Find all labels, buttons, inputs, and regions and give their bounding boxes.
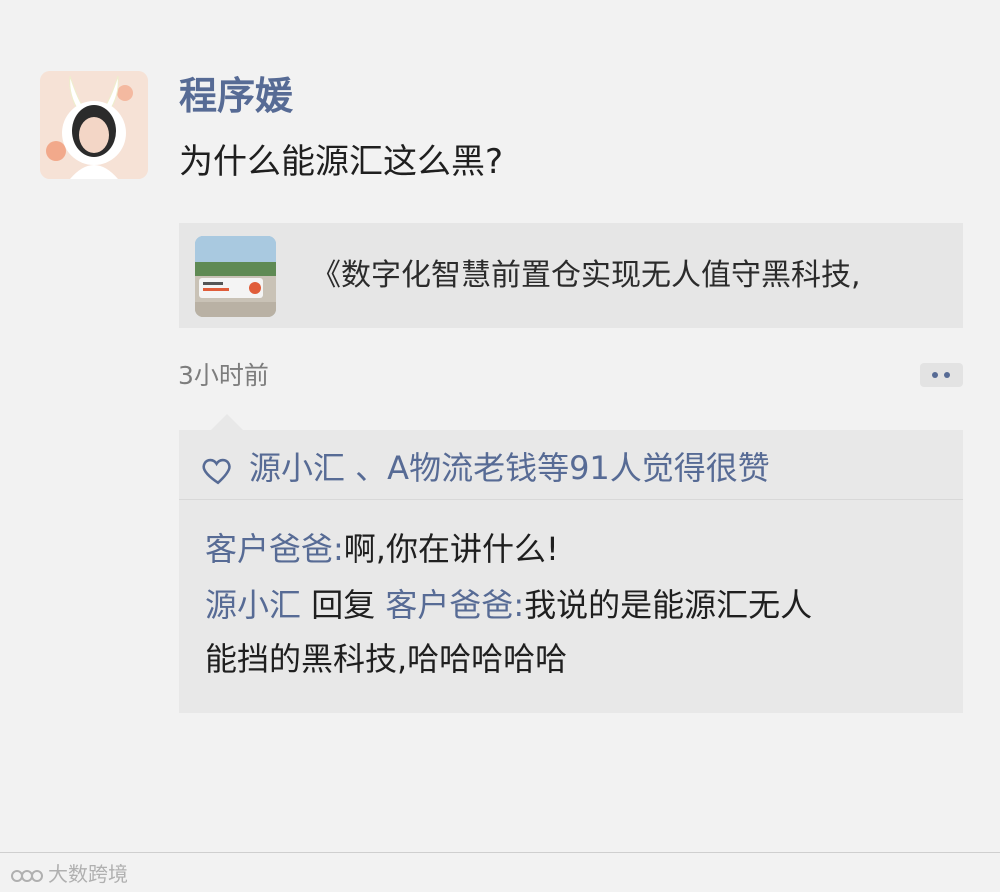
comment-separator: : [333, 530, 344, 568]
reply-word: 回复 [311, 586, 376, 624]
likes-text[interactable]: 源小汇 、A物流老钱等91人觉得很赞 [249, 446, 770, 490]
watermark: 大数跨境 [10, 861, 128, 887]
watermark-text: 大数跨境 [48, 862, 128, 886]
likes-row: 源小汇 、A物流老钱等91人觉得很赞 [179, 430, 963, 500]
comment-text-line1: 我说的是能源汇无人 [524, 586, 813, 624]
comment-text: 啊,你在讲什么! [343, 530, 559, 568]
author-avatar[interactable] [40, 71, 148, 179]
watermark-logo-icon [11, 869, 43, 882]
commenter-name[interactable]: 客户爸爸 [205, 530, 333, 568]
comment-item[interactable]: 源小汇 回复 客户爸爸:我说的是能源汇无人 [205, 582, 812, 628]
link-thumbnail [195, 236, 276, 317]
interaction-panel: 源小汇 、A物流老钱等91人觉得很赞 客户爸爸:啊,你在讲什么! 源小汇 回复 … [179, 414, 963, 713]
comment-text-continued: 能挡的黑科技,哈哈哈哈哈 [205, 636, 567, 682]
comment-item[interactable]: 客户爸爸:啊,你在讲什么! [205, 526, 559, 572]
heart-outline-icon [202, 458, 231, 485]
post-text: 为什么能源汇这么黑? [179, 142, 504, 182]
comment-text-line2: 能挡的黑科技,哈哈哈哈哈 [205, 640, 568, 678]
shared-link-card[interactable]: 《数字化智慧前置仓实现无人值守黑科技, [179, 223, 963, 328]
post-timestamp: 3小时前 [178, 361, 269, 390]
avatar-image [40, 71, 148, 179]
comment-separator: : [513, 586, 525, 624]
commenter-name[interactable]: 源小汇 [205, 586, 301, 624]
more-dots-icon[interactable] [920, 363, 963, 387]
footer-divider [0, 852, 1000, 853]
link-title: 《数字化智慧前置仓实现无人值守黑科技, [311, 258, 861, 293]
reply-to-name[interactable]: 客户爸爸 [385, 586, 513, 624]
author-name[interactable]: 程序媛 [179, 72, 293, 120]
